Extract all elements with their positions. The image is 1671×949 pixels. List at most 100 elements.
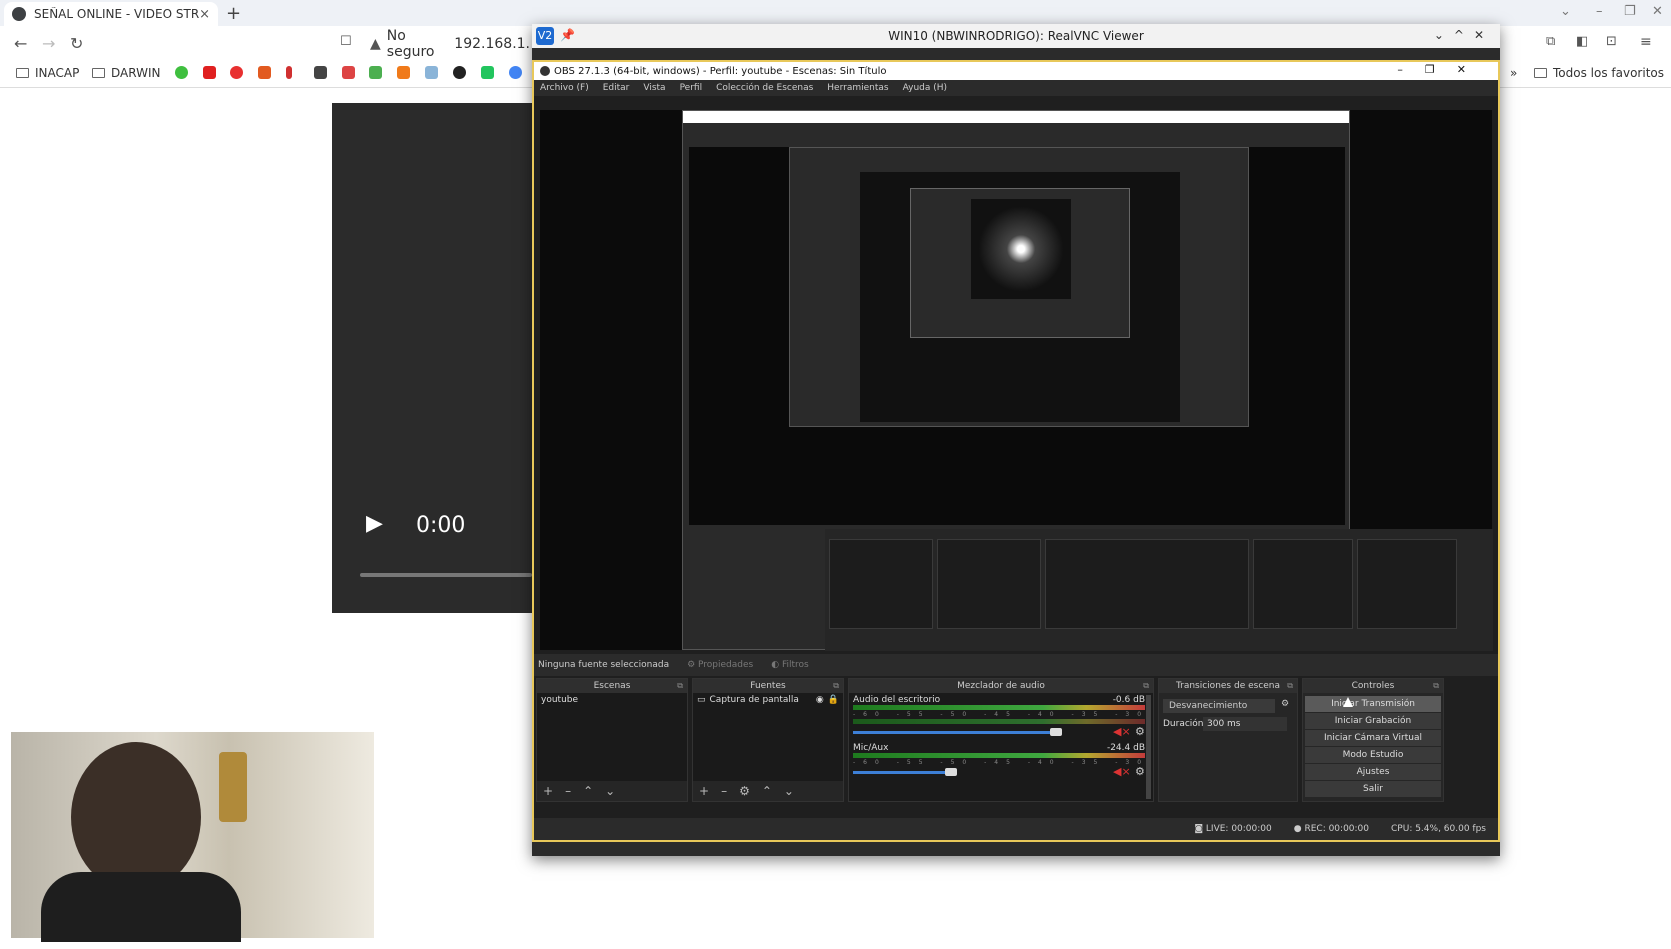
gear-icon[interactable]: ⚙ xyxy=(1135,725,1145,738)
remove-icon[interactable]: – xyxy=(565,784,571,798)
obs-window-controls[interactable]: –❐✕ xyxy=(1397,63,1488,76)
back-button[interactable]: ← xyxy=(14,34,27,53)
transitions-title: Transiciones de escena xyxy=(1175,681,1281,691)
all-bookmarks-folder[interactable]: Todos los favoritos xyxy=(1534,66,1664,80)
address-bar[interactable]: ▲ No seguro 192.168.1. xyxy=(370,28,530,60)
menu-perfil[interactable]: Perfil xyxy=(680,83,703,93)
play-icon[interactable]: ▶ xyxy=(366,511,383,536)
bookmark-folder-inacap[interactable]: INACAP xyxy=(16,66,79,80)
santander-icon[interactable] xyxy=(230,66,243,79)
gmail-icon[interactable] xyxy=(342,66,355,79)
move-down-icon[interactable]: ⌄ xyxy=(605,784,615,798)
bookmark-star-icon[interactable]: ☐ xyxy=(340,34,352,49)
menu-icon[interactable]: ≡ xyxy=(1640,34,1652,50)
volume-meter xyxy=(853,705,1145,710)
gear-icon[interactable]: ⚙ xyxy=(739,784,750,798)
gear-icon[interactable]: ⚙ xyxy=(1135,765,1145,778)
tab-list-icon[interactable]: ⌄ xyxy=(1560,4,1571,19)
more-bookmarks-button[interactable]: » xyxy=(1510,66,1517,80)
no-source-label: Ninguna fuente seleccionada xyxy=(538,660,670,670)
vnc-title-bar[interactable]: V2 📌 WIN10 (NBWINRODRIGO): RealVNC Viewe… xyxy=(532,24,1500,48)
extensions-icon[interactable]: ⧉ xyxy=(1546,34,1555,49)
minimize-icon[interactable]: – xyxy=(1596,4,1603,19)
filters-button[interactable]: ◐ Filtros xyxy=(771,660,808,670)
menu-ayuda[interactable]: Ayuda (H) xyxy=(903,83,947,93)
drive-icon[interactable] xyxy=(369,66,382,79)
source-item[interactable]: ▭ Captura de pantalla ◉ 🔒 xyxy=(697,695,839,705)
mixer-scrollbar[interactable] xyxy=(1146,695,1151,799)
mute-icon[interactable]: ◀× xyxy=(1113,765,1131,778)
office-icon[interactable] xyxy=(258,66,271,79)
gear-icon[interactable]: ⚙ xyxy=(1281,699,1289,709)
tab-close-button[interactable]: × xyxy=(199,7,210,22)
studio-mode-button[interactable]: Modo Estudio xyxy=(1305,747,1441,763)
bookmark-t-icon[interactable] xyxy=(286,66,292,79)
transitions-body: Desvanecimiento ⚙ Duración 300 ms xyxy=(1159,693,1297,781)
whatsapp-icon[interactable] xyxy=(175,66,188,79)
vnc-window-controls[interactable]: ⌄^✕ xyxy=(1434,28,1494,42)
bookmark-app-icon[interactable] xyxy=(453,66,466,79)
mixer-channel-desktop: Audio del escritorio -0.6 dB -60 -55 -50… xyxy=(849,693,1149,741)
new-tab-button[interactable]: + xyxy=(226,3,241,24)
eye-icon[interactable]: ◉ xyxy=(816,695,824,705)
obs-title-bar[interactable]: OBS 27.1.3 (64-bit, windows) - Perfil: y… xyxy=(534,62,1498,80)
tab-title: SEÑAL ONLINE - VIDEO STRE xyxy=(34,7,200,21)
add-icon[interactable]: + xyxy=(699,784,709,798)
rec-time: REC: 00:00:00 xyxy=(1304,824,1370,834)
google-icon[interactable] xyxy=(509,66,522,79)
settings-button[interactable]: Ajustes xyxy=(1305,764,1441,780)
popout-icon[interactable]: ⧉ xyxy=(833,679,839,693)
forward-button[interactable]: → xyxy=(42,34,55,53)
lock-icon[interactable]: 🔒 xyxy=(828,695,839,705)
download-icon[interactable]: ⊡ xyxy=(1606,34,1617,49)
move-down-icon[interactable]: ⌄ xyxy=(784,784,794,798)
menu-archivo[interactable]: Archivo (F) xyxy=(540,83,589,93)
start-streaming-button[interactable]: Iniciar Transmisión xyxy=(1305,696,1441,712)
bookmark-folder-darwin[interactable]: DARWIN xyxy=(92,66,160,80)
menu-herramientas[interactable]: Herramientas xyxy=(827,83,888,93)
menu-editar[interactable]: Editar xyxy=(603,83,630,93)
duration-input[interactable]: 300 ms xyxy=(1203,717,1287,731)
bookmark-app-icon[interactable] xyxy=(397,66,410,79)
bookmark-app-icon[interactable] xyxy=(314,66,327,79)
browser-tab[interactable]: SEÑAL ONLINE - VIDEO STRE × xyxy=(4,2,218,26)
properties-button[interactable]: ⚙ Propiedades xyxy=(687,660,753,670)
scene-item[interactable]: youtube xyxy=(541,695,683,705)
volume-knob[interactable] xyxy=(944,768,957,776)
nested-title-bar xyxy=(683,111,1349,123)
bookmark-app-icon[interactable] xyxy=(425,66,438,79)
live-status: ◙ LIVE: 00:00:00 xyxy=(1194,824,1272,834)
remove-icon[interactable]: – xyxy=(721,784,727,798)
close-icon[interactable]: ✕ xyxy=(1652,4,1663,19)
volume-knob[interactable] xyxy=(1049,728,1062,736)
volume-slider[interactable] xyxy=(853,731,1056,734)
start-recording-button[interactable]: Iniciar Grabación xyxy=(1305,713,1441,729)
volume-slider[interactable] xyxy=(853,771,951,774)
move-up-icon[interactable]: ⌃ xyxy=(583,784,593,798)
mixer-channels: Audio del escritorio -0.6 dB -60 -55 -50… xyxy=(849,693,1153,801)
menu-vista[interactable]: Vista xyxy=(643,83,665,93)
chat-icon[interactable] xyxy=(481,66,494,79)
move-up-icon[interactable]: ⌃ xyxy=(762,784,772,798)
menu-coleccion[interactable]: Colección de Escenas xyxy=(716,83,813,93)
sidepanel-icon[interactable]: ◧ xyxy=(1576,34,1588,49)
restore-icon[interactable]: ❐ xyxy=(1624,4,1636,19)
exit-button[interactable]: Salir xyxy=(1305,781,1441,797)
popout-icon[interactable]: ⧉ xyxy=(1433,679,1439,693)
popout-icon[interactable]: ⧉ xyxy=(1287,679,1293,693)
video-progress-bar[interactable] xyxy=(360,573,532,577)
add-icon[interactable]: + xyxy=(543,784,553,798)
popout-icon[interactable]: ⧉ xyxy=(1143,679,1149,693)
sources-dock: Fuentes ⧉ ▭ Captura de pantalla ◉ 🔒 + – ⚙… xyxy=(692,678,844,802)
start-virtual-camera-button[interactable]: Iniciar Cámara Virtual xyxy=(1305,730,1441,746)
video-player[interactable]: ▶ 0:00 xyxy=(332,103,532,613)
mute-icon[interactable]: ◀× xyxy=(1113,725,1131,738)
popout-icon[interactable]: ⧉ xyxy=(677,679,683,693)
transition-select[interactable]: Desvanecimiento xyxy=(1163,699,1275,713)
folder-icon xyxy=(92,68,105,78)
obs-preview[interactable] xyxy=(540,110,1493,651)
pin-icon[interactable]: 📌 xyxy=(560,28,575,42)
sources-list: ▭ Captura de pantalla ◉ 🔒 xyxy=(693,693,843,781)
bookmark-app-icon[interactable] xyxy=(203,66,216,79)
reload-button[interactable]: ↻ xyxy=(70,34,83,53)
